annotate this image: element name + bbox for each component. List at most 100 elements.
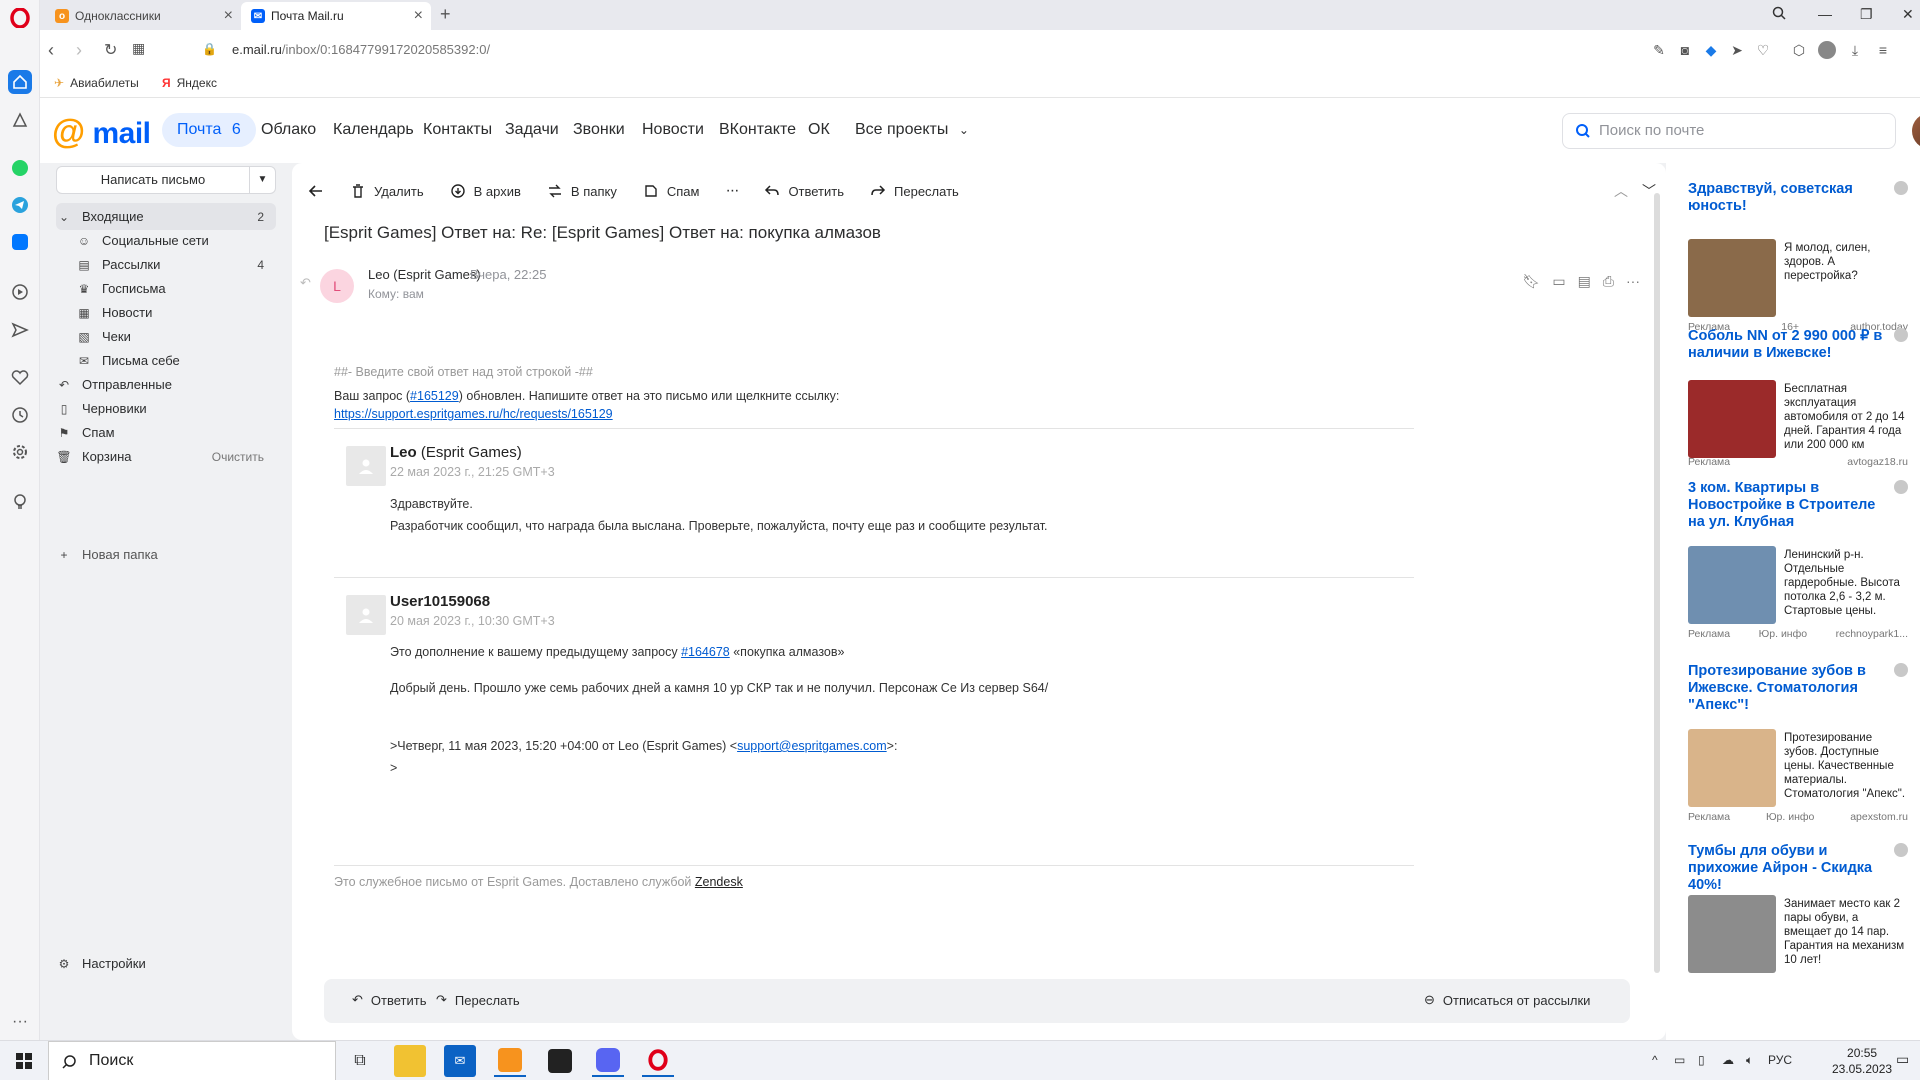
back-button[interactable] xyxy=(308,183,324,199)
scrollbar[interactable] xyxy=(1654,193,1660,973)
game-controller-icon[interactable] xyxy=(544,1045,576,1077)
home-icon[interactable] xyxy=(8,70,32,94)
settings-button[interactable]: ⚙ Настройки xyxy=(56,950,276,977)
speed-dial-icon[interactable]: ▦ xyxy=(132,40,145,57)
ad-image[interactable] xyxy=(1688,239,1776,317)
bookmark-aviabilety[interactable]: ✈ Авиабилеты xyxy=(54,76,139,90)
taskbar-search[interactable]: Поиск xyxy=(48,1041,336,1080)
request-id-link[interactable]: #165129 xyxy=(410,389,459,403)
task-view-icon[interactable]: ⧉ xyxy=(344,1045,376,1077)
compose-button[interactable]: Написать письмо ▼ xyxy=(56,166,276,194)
ad-title[interactable]: Протезирование зубов в Ижевске. Стоматол… xyxy=(1688,663,1888,714)
flow-send-icon[interactable] xyxy=(8,318,32,342)
close-tab-icon[interactable]: × xyxy=(224,7,233,25)
notifications-icon[interactable]: ▭ xyxy=(1896,1051,1909,1068)
move-to-folder-button[interactable]: В папку xyxy=(547,183,617,199)
bookmark-triangle-icon[interactable] xyxy=(8,108,32,132)
vpn-shield-icon[interactable]: ◆ xyxy=(1702,41,1720,59)
more-actions-button[interactable]: ··· xyxy=(725,182,739,200)
zendesk-link[interactable]: Zendesk xyxy=(695,875,743,889)
folder-item[interactable]: ↶ Отправленные xyxy=(56,371,276,398)
minimize-window-icon[interactable]: — xyxy=(1818,6,1832,22)
camera-icon[interactable]: ◙ xyxy=(1676,41,1694,59)
ad-options-icon[interactable] xyxy=(1894,181,1908,195)
folder-item[interactable]: ☺ Социальные сети xyxy=(56,227,276,254)
new-tab-button[interactable]: + xyxy=(440,4,451,25)
tray-cloud-icon[interactable]: ☁ xyxy=(1722,1053,1734,1067)
ad-title[interactable]: Здравствуй, советская юность! xyxy=(1688,181,1888,215)
delete-button[interactable]: Удалить xyxy=(350,183,424,199)
extensions-cube-icon[interactable]: ⬡ xyxy=(1790,41,1808,59)
folder-item[interactable]: 🗑︎ Корзина Очистить xyxy=(56,443,276,470)
bottom-reply-button[interactable]: ↶ Ответить xyxy=(352,992,426,1008)
video-icon[interactable]: ▭ xyxy=(1552,273,1565,290)
support-email-link[interactable]: support@espritgames.com xyxy=(737,739,887,753)
ad-title[interactable]: Соболь NN от 2 990 000 ₽ в наличии в Иже… xyxy=(1688,328,1888,362)
mail-logo[interactable]: @ mail xyxy=(52,113,151,152)
tray-volume-icon[interactable]: 🔈︎ xyxy=(1746,1053,1753,1068)
telegram-icon[interactable] xyxy=(8,193,32,217)
folder-item[interactable]: ⚑ Спам xyxy=(56,419,276,446)
folder-item[interactable]: ▤ Рассылки 4 xyxy=(56,251,276,278)
nav-all-projects[interactable]: Все проекты ⌄ xyxy=(840,113,984,147)
tray-network-icon[interactable]: ▭ xyxy=(1674,1053,1685,1067)
tray-battery-icon[interactable]: ▯ xyxy=(1698,1053,1705,1067)
vk-icon[interactable] xyxy=(8,230,32,254)
prev-message-icon[interactable]: ︿ xyxy=(1614,181,1628,201)
archive-button[interactable]: В архив xyxy=(450,183,521,199)
language-indicator[interactable]: РУС xyxy=(1768,1053,1792,1067)
lightbulb-icon[interactable] xyxy=(8,490,32,514)
sender-name[interactable]: Leo (Esprit Games) xyxy=(368,267,481,282)
favorite-heart-icon[interactable]: ♡ xyxy=(1754,41,1772,59)
odnoklassniki-app-icon[interactable] xyxy=(494,1045,526,1077)
ad-options-icon[interactable] xyxy=(1894,843,1908,857)
ad-options-icon[interactable] xyxy=(1894,328,1908,342)
ad-image[interactable] xyxy=(1688,895,1776,973)
folder-item[interactable]: ✉ Письма себе xyxy=(56,347,276,374)
new-folder-button[interactable]: + Новая папка xyxy=(56,541,276,568)
reload-icon[interactable]: ↻ xyxy=(104,40,117,60)
print-icon[interactable]: ⎙ xyxy=(1603,273,1614,290)
opera-taskbar-icon[interactable] xyxy=(642,1045,674,1077)
folder-item[interactable]: ♛ Госписьма xyxy=(56,275,276,302)
ad-options-icon[interactable] xyxy=(1894,663,1908,677)
download-icon[interactable]: ⤓ xyxy=(1846,41,1864,59)
mail-app-icon[interactable]: ✉ xyxy=(444,1045,476,1077)
send-arrow-icon[interactable]: ➤ xyxy=(1728,41,1746,59)
file-explorer-icon[interactable] xyxy=(394,1045,426,1077)
tab-odnoklassniki[interactable]: o Одноклассники × xyxy=(45,2,241,30)
search-input[interactable]: Поиск по почте xyxy=(1562,113,1896,149)
sender-avatar[interactable]: L xyxy=(320,269,354,303)
ad-block[interactable]: 3 ком. Квартиры в Новостройке в Строител… xyxy=(1688,480,1908,640)
bottom-forward-button[interactable]: ↷ Переслать xyxy=(436,992,520,1008)
tab-mail[interactable]: ✉ Почта Mail.ru × xyxy=(241,2,431,30)
ad-block[interactable]: Здравствуй, советская юность! Я молод, си… xyxy=(1688,181,1908,333)
folder-item[interactable]: ▦ Новости xyxy=(56,299,276,326)
profile-icon[interactable] xyxy=(1818,41,1836,59)
ad-block[interactable]: Протезирование зубов в Ижевске. Стоматол… xyxy=(1688,663,1908,823)
empty-trash-button[interactable]: Очистить xyxy=(212,450,264,464)
whatsapp-icon[interactable] xyxy=(8,156,32,180)
unsubscribe-button[interactable]: ⊖ Отписаться от рассылки xyxy=(1424,992,1590,1008)
menu-lines-icon[interactable]: ≡ xyxy=(1874,41,1892,59)
forward-icon[interactable]: › xyxy=(76,40,82,61)
nav-mail[interactable]: Почта 6 xyxy=(162,113,256,147)
windows-start-icon[interactable] xyxy=(8,1045,40,1077)
url-field[interactable]: e.mail.ru/inbox/0:16847799172020585392:0… xyxy=(232,42,490,57)
spam-button[interactable]: Спам xyxy=(643,183,699,199)
request-url-link[interactable]: https://support.espritgames.ru/hc/reques… xyxy=(334,407,613,421)
bookmark-yandex[interactable]: Я Яндекс xyxy=(162,76,217,90)
ad-block[interactable]: Тумбы для обуви и прихожие Айрон - Скидк… xyxy=(1688,843,1908,993)
restore-window-icon[interactable]: ❐ xyxy=(1860,6,1873,23)
reply-button[interactable]: Ответить xyxy=(764,183,844,199)
calendar-icon[interactable]: ▤ xyxy=(1578,273,1591,290)
opera-logo-icon[interactable] xyxy=(8,6,32,30)
previous-request-link[interactable]: #164678 xyxy=(681,645,730,659)
more-dots-icon[interactable]: ··· xyxy=(8,1010,32,1034)
folder-item[interactable]: ⌄ Входящие 2 xyxy=(56,203,276,230)
back-icon[interactable]: ‹ xyxy=(48,40,54,61)
folder-item[interactable]: ▯ Черновики xyxy=(56,395,276,422)
history-clock-icon[interactable] xyxy=(8,403,32,427)
tray-chevron-icon[interactable]: ^ xyxy=(1652,1053,1658,1067)
ad-image[interactable] xyxy=(1688,546,1776,624)
